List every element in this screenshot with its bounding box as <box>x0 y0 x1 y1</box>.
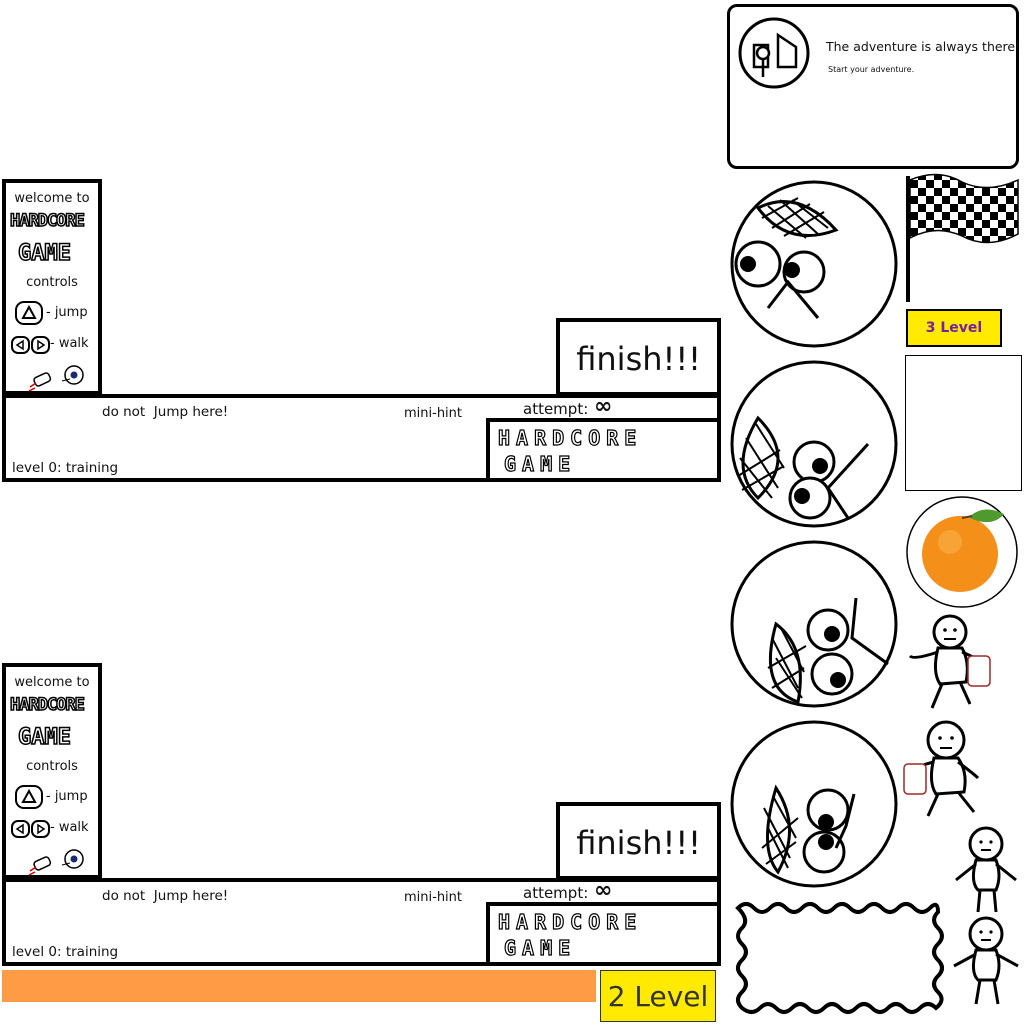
walk-label: - walk <box>50 820 89 835</box>
mini-hint-text[interactable]: mini-hint <box>404 890 462 905</box>
adventure-card[interactable]: The adventure is always there! Start you… <box>727 4 1021 169</box>
finish-box: finish!!! <box>556 318 721 396</box>
brand-box: HARDCORE GAME <box>486 902 721 966</box>
game-floor-bar: do not Jump here! mini-hint level 0: tra… <box>2 394 721 482</box>
controls-label: controls <box>26 759 78 774</box>
adventure-subtitle: Start your adventure. <box>828 65 915 74</box>
attempt-value: ∞ <box>594 394 613 419</box>
jump-key-icon <box>14 300 44 326</box>
orange-fruit-icon <box>904 496 1020 608</box>
brand-line1: HARDCORE <box>497 909 643 934</box>
jump-key-icon <box>14 784 44 810</box>
mini-hint-text[interactable]: mini-hint <box>404 406 462 421</box>
warning-text: do not Jump here! <box>102 888 229 904</box>
level-badge-small[interactable]: 3 Level <box>906 309 1002 347</box>
adventure-title: The adventure is always there! <box>826 39 1021 54</box>
finish-text: finish!!! <box>576 340 701 378</box>
face-sprite-icon <box>728 358 900 530</box>
adventure-avatar-icon <box>738 17 810 89</box>
brand-line2: GAME <box>503 451 577 476</box>
walk-keys-icon <box>11 335 51 355</box>
stick-figure-icon <box>950 914 1022 1006</box>
walk-keys-icon <box>11 819 51 839</box>
jump-label: - jump <box>46 789 88 804</box>
stick-figure-icon <box>904 612 996 712</box>
controls-label: controls <box>26 275 78 290</box>
warning-text: do not Jump here! <box>102 404 229 420</box>
brand-line2: GAME <box>503 935 577 960</box>
finish-box: finish!!! <box>556 802 721 880</box>
brand-box: HARDCORE GAME <box>486 418 721 482</box>
game-logo-line1: HARDCORE <box>9 210 85 232</box>
welcome-panel: welcome to HARDCORE GAME controls - jump… <box>2 663 102 879</box>
jump-label: - jump <box>46 305 88 320</box>
checkered-flag-icon <box>902 172 1022 306</box>
welcome-text: welcome to <box>14 675 90 690</box>
empty-slot <box>905 355 1022 491</box>
cannon-eye-icon <box>26 847 90 877</box>
wavy-frame <box>732 898 944 1018</box>
game-floor-bar: do not Jump here! mini-hint level 0: tra… <box>2 878 721 966</box>
finish-text: finish!!! <box>576 824 701 862</box>
level-name: level 0: training <box>12 460 119 476</box>
face-sprite-icon <box>728 538 900 710</box>
attempt-value: ∞ <box>594 878 613 903</box>
level-name: level 0: training <box>12 944 119 960</box>
face-sprite-icon <box>728 718 900 890</box>
level-badge-large[interactable]: 2 Level <box>600 970 716 1022</box>
stick-figure-icon <box>902 716 994 822</box>
face-sprite-icon <box>728 178 900 350</box>
walk-label: - walk <box>50 336 89 351</box>
brand-line1: HARDCORE <box>497 425 643 450</box>
progress-bar-fill <box>2 970 596 1002</box>
stick-figure-icon <box>950 826 1022 914</box>
welcome-text: welcome to <box>14 191 90 206</box>
game-logo-line2: GAME <box>17 240 71 267</box>
game-logo-line1: HARDCORE <box>9 694 85 716</box>
game-logo-line2: GAME <box>17 724 71 751</box>
attempt-label: attempt: <box>523 400 589 418</box>
cannon-eye-icon <box>26 363 90 393</box>
welcome-panel: welcome to HARDCORE GAME controls - jump… <box>2 179 102 395</box>
attempt-label: attempt: <box>523 884 589 902</box>
